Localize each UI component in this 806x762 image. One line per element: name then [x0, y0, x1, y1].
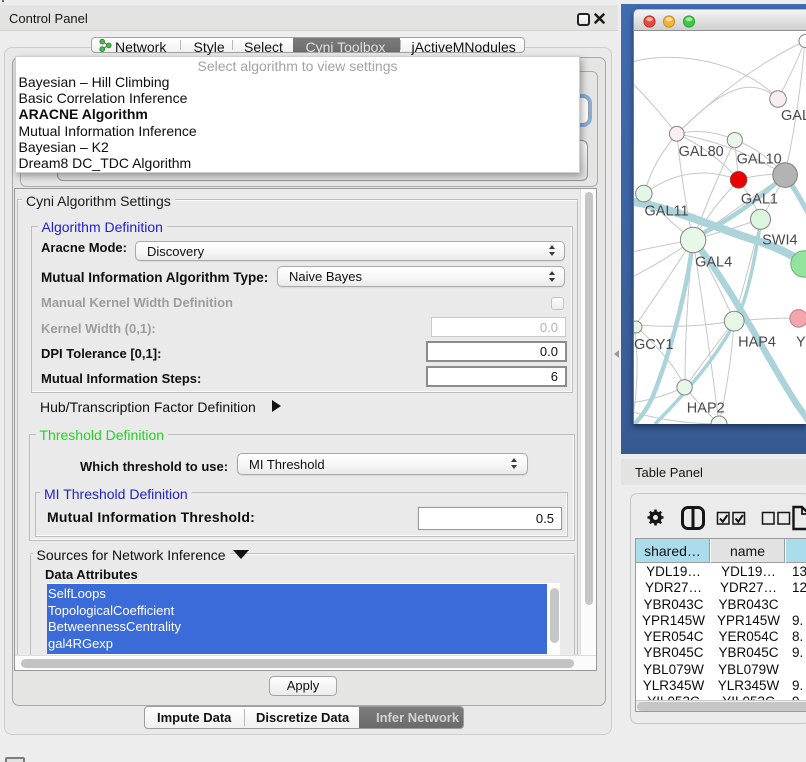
svg-text:GAL80: GAL80: [679, 144, 724, 160]
svg-text:GAL4: GAL4: [695, 255, 732, 271]
svg-text:HAP2: HAP2: [687, 401, 725, 417]
svg-text:GAL1: GAL1: [741, 192, 778, 208]
svg-text:HAP4: HAP4: [738, 335, 776, 351]
svg-text:SWI4: SWI4: [762, 232, 797, 248]
svg-text:GAL7: GAL7: [781, 108, 806, 124]
svg-text:GCY1: GCY1: [634, 337, 674, 353]
svg-text:GAL10: GAL10: [737, 151, 782, 167]
svg-text:YM: YM: [796, 335, 806, 351]
svg-text:GAL11: GAL11: [645, 203, 689, 219]
